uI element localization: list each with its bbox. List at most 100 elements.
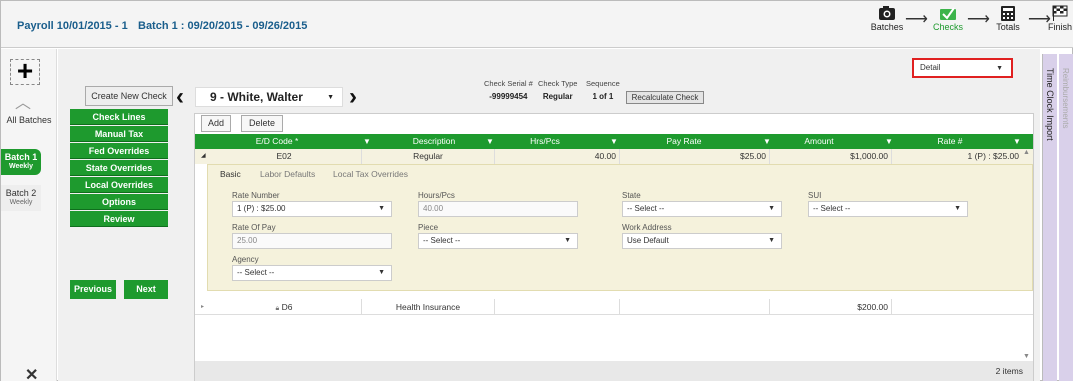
chevron-down-icon: ▼ <box>378 269 385 276</box>
table-row[interactable]: ▸ 🔒︎ D6 Health Insurance $200.00 <box>195 299 1033 315</box>
column-rate-number[interactable]: Rate # <box>895 134 1005 149</box>
state-value: -- Select -- <box>627 204 665 213</box>
all-batches-link[interactable]: All Batches <box>1 115 57 125</box>
batch-1-frequency: Weekly <box>9 163 33 170</box>
next-employee-icon[interactable]: › <box>349 83 357 111</box>
menu-state-overrides[interactable]: State Overrides <box>70 160 168 176</box>
calculator-icon <box>1001 6 1015 21</box>
agency-select[interactable]: -- Select -- ▼ <box>232 265 392 281</box>
row-pay-rate: $25.00 <box>620 149 770 164</box>
rate-of-pay-field[interactable]: 25.00 <box>232 233 392 249</box>
step-finish-label: Finish <box>1047 22 1072 32</box>
chevron-up-icon[interactable]: ︿ <box>15 89 31 113</box>
step-checks-label: Checks <box>932 22 963 32</box>
filter-icon[interactable]: ▼ <box>1013 137 1021 146</box>
view-mode-select[interactable]: Detail ▼ <box>912 58 1013 78</box>
employee-name: 9 - White, Walter <box>210 90 303 104</box>
batch-2-tab[interactable]: Batch 2 Weekly <box>1 185 41 211</box>
menu-manual-tax[interactable]: Manual Tax <box>70 126 168 142</box>
previous-button[interactable]: Previous <box>70 280 116 299</box>
add-line-button[interactable]: Add <box>201 115 231 132</box>
sui-value: -- Select -- <box>813 204 851 213</box>
menu-fed-overrides[interactable]: Fed Overrides <box>70 143 168 159</box>
step-finish[interactable]: Finish <box>1046 5 1073 32</box>
recalculate-check-button[interactable]: Recalculate Check <box>626 91 704 104</box>
column-ed-code[interactable]: E/D Code * <box>207 134 347 149</box>
rate-number-value: 1 (P) : $25.00 <box>237 204 286 213</box>
row-amount: $1,000.00 <box>770 149 892 164</box>
second-side-panel[interactable]: Reimbursements <box>1059 54 1073 381</box>
check-serial: Check Serial # -99999454 <box>484 79 533 101</box>
scroll-up-icon[interactable]: ▲ <box>1023 149 1030 156</box>
employee-select[interactable]: 9 - White, Walter ▼ <box>195 87 343 107</box>
piece-select[interactable]: -- Select -- ▼ <box>418 233 578 249</box>
collapse-row-icon[interactable]: ◢ <box>201 149 206 164</box>
batch-1-tab[interactable]: Batch 1 Weekly <box>1 149 41 175</box>
filter-icon[interactable]: ▼ <box>885 137 893 146</box>
column-amount-label: Amount <box>804 136 834 146</box>
step-batches[interactable]: Batches <box>865 5 909 32</box>
check-serial-label: Check Serial # <box>484 79 533 88</box>
check-type-label: Check Type <box>538 79 578 88</box>
column-hrs-pcs[interactable]: Hrs/Pcs <box>495 134 595 149</box>
row-hrs-pcs: 40.00 <box>495 149 620 164</box>
column-pay-rate[interactable]: Pay Rate <box>620 134 748 149</box>
check-type-value: Regular <box>542 92 573 101</box>
scroll-down-icon[interactable]: ▼ <box>1023 353 1030 360</box>
create-new-check-button[interactable]: Create New Check <box>85 86 173 106</box>
expand-row-icon[interactable]: ▸ <box>201 299 204 315</box>
batch-title: Batch 1 : 09/20/2015 - 09/26/2015 <box>138 20 308 32</box>
menu-local-overrides[interactable]: Local Overrides <box>70 177 168 193</box>
line-detail-panel: Basic Labor Defaults Local Tax Overrides… <box>207 164 1033 291</box>
table-row[interactable]: ◢ E02 Regular 40.00 $25.00 $1,000.00 1 (… <box>195 149 1033 164</box>
row-description: Health Insurance <box>362 299 495 314</box>
column-description-label: Description <box>412 136 456 146</box>
hours-field[interactable]: 40.00 <box>418 201 578 217</box>
second-side-panel-label: Reimbursements <box>1061 68 1070 129</box>
menu-check-lines[interactable]: Check Lines <box>70 109 168 125</box>
row-description: Regular <box>362 149 495 164</box>
row-ed-code: 🔒︎ D6 <box>207 299 362 314</box>
tab-basic[interactable]: Basic <box>220 169 241 179</box>
delete-line-button[interactable]: Delete <box>241 115 283 132</box>
column-description[interactable]: Description <box>375 134 493 149</box>
checks-icon <box>940 7 956 20</box>
sui-select[interactable]: -- Select -- ▼ <box>808 201 968 217</box>
time-clock-import-panel[interactable]: Time Clock Import <box>1042 54 1057 381</box>
check-sequence-value: 1 of 1 <box>592 92 614 101</box>
previous-employee-icon[interactable]: ‹ <box>176 83 184 111</box>
work-address-select[interactable]: Use Default ▼ <box>622 233 782 249</box>
row-ed-code-value: D6 <box>281 302 293 312</box>
row-ed-code: E02 <box>207 149 362 164</box>
time-clock-import-label: Time Clock Import <box>1045 68 1055 141</box>
filter-icon[interactable]: ▼ <box>486 137 494 146</box>
tab-labor-defaults[interactable]: Labor Defaults <box>260 169 315 179</box>
check-serial-value: -99999454 <box>489 92 528 101</box>
state-select[interactable]: -- Select -- ▼ <box>622 201 782 217</box>
chevron-down-icon: ▼ <box>768 205 775 212</box>
item-count: 2 items <box>995 366 1023 376</box>
step-checks[interactable]: Checks <box>926 5 970 32</box>
menu-review[interactable]: Review <box>70 211 168 227</box>
column-amount[interactable]: Amount <box>769 134 869 149</box>
close-icon[interactable]: ✕ <box>25 365 38 381</box>
next-button[interactable]: Next <box>124 280 168 299</box>
tab-local-tax-overrides[interactable]: Local Tax Overrides <box>333 169 408 179</box>
grid-scrollbar[interactable]: ▲ ▼ <box>1023 149 1033 360</box>
checkered-flag-icon <box>1052 5 1068 21</box>
row-amount: $200.00 <box>770 299 892 314</box>
chevron-down-icon: ▼ <box>954 205 961 212</box>
add-batch-button[interactable]: + <box>10 57 40 85</box>
filter-icon[interactable]: ▼ <box>610 137 618 146</box>
rate-number-select[interactable]: 1 (P) : $25.00 ▼ <box>232 201 392 217</box>
chevron-down-icon: ▼ <box>327 94 334 101</box>
batch-2-title: Batch 2 <box>5 188 37 198</box>
lock-icon: 🔒︎ <box>275 305 280 312</box>
menu-options[interactable]: Options <box>70 194 168 210</box>
column-ed-code-label: E/D Code * <box>255 136 299 146</box>
piece-label: Piece <box>418 223 439 232</box>
filter-icon[interactable]: ▼ <box>363 137 371 146</box>
check-sequence-label: Sequence <box>586 79 620 88</box>
row-rate-number: 1 (P) : $25.00 <box>967 151 1019 161</box>
step-totals[interactable]: Totals <box>986 5 1030 32</box>
